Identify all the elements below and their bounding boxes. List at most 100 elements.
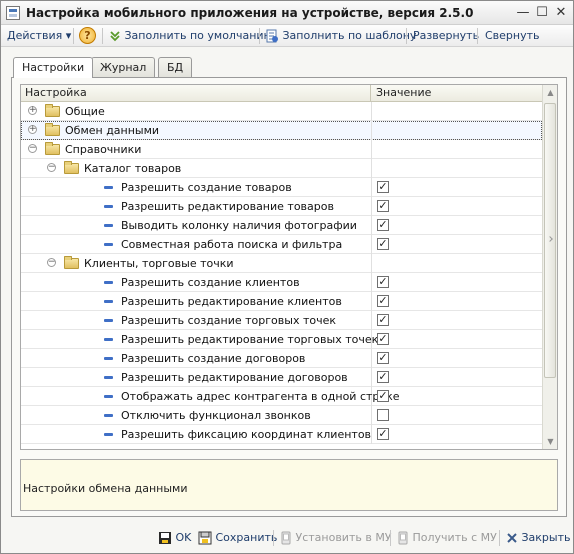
tree-group-row[interactable]: + Общие	[21, 102, 542, 121]
mobile-device-icon	[281, 531, 291, 545]
setting-row[interactable]: Разрешить создание договоров ✓	[21, 349, 542, 368]
tree-group-row[interactable]: − Справочники	[21, 140, 542, 159]
expand-button[interactable]: Развернуть	[413, 27, 479, 45]
setting-checkbox[interactable]: ✓	[377, 219, 389, 231]
setting-checkbox[interactable]: ✓	[377, 200, 389, 212]
setting-row[interactable]: Отключить функционал звонков	[21, 406, 542, 425]
fill-default-button[interactable]: Заполнить по умолчанию	[109, 27, 273, 45]
tab-db[interactable]: БД	[158, 57, 193, 77]
setting-checkbox[interactable]: ✓	[377, 276, 389, 288]
vertical-scrollbar[interactable]: ▲ ▼	[542, 85, 557, 449]
setting-row[interactable]: Отображать адрес контрагента в одной стр…	[21, 387, 542, 406]
settings-tree-grid[interactable]: Настройка Значение + Общие + Обмен данными −…	[20, 84, 558, 450]
tree-group-label: Справочники	[65, 143, 142, 156]
setting-row[interactable]: Выводить колонку наличия фотографии ✓	[21, 216, 542, 235]
expand-icon[interactable]: +	[28, 125, 37, 134]
grip-icon	[547, 236, 553, 242]
collapse-button[interactable]: Свернуть	[485, 27, 540, 45]
ok-button[interactable]: OK	[158, 529, 191, 547]
setting-checkbox[interactable]: ✓	[377, 181, 389, 193]
template-icon	[266, 29, 278, 43]
folder-icon	[64, 256, 79, 269]
column-header-value[interactable]: Значение	[372, 85, 542, 102]
setting-label: Разрешить создание договоров	[121, 352, 306, 365]
setting-row[interactable]: Разрешить редактирование товаров ✓	[21, 197, 542, 216]
column-divider	[371, 292, 372, 311]
collapse-icon[interactable]: −	[47, 163, 56, 172]
toolbar: Действия ▾ ? Заполнить по умолчанию Запо…	[1, 25, 573, 47]
setting-row[interactable]: Разрешить создание товаров ✓	[21, 178, 542, 197]
setting-bullet-icon	[104, 357, 113, 360]
setting-bullet-icon	[104, 186, 113, 189]
setting-checkbox[interactable]	[377, 409, 389, 421]
fill-template-label: Заполнить по шаблону	[282, 29, 417, 42]
close-window-button[interactable]: ✕	[553, 5, 569, 21]
setting-row[interactable]: Разрешить создание клиентов ✓	[21, 273, 542, 292]
column-divider	[371, 311, 372, 330]
minimize-button[interactable]: —	[515, 5, 531, 21]
setting-label: Выводить колонку наличия фотографии	[121, 219, 357, 232]
close-button[interactable]: Закрыть	[506, 529, 571, 547]
setting-checkbox[interactable]: ✓	[377, 352, 389, 364]
column-divider	[371, 121, 372, 140]
folder-icon	[45, 104, 60, 117]
setting-bullet-icon	[104, 376, 113, 379]
tab-settings[interactable]: Настройки	[13, 57, 94, 78]
install-to-device-button[interactable]: Установить в МУ	[280, 529, 392, 547]
tree-group-row[interactable]: + Обмен данными	[21, 121, 542, 140]
settings-panel: Настройка Значение + Общие + Обмен данными −…	[11, 77, 567, 517]
setting-label: Разрешить создание торговых точек	[121, 314, 337, 327]
column-divider	[371, 235, 372, 254]
mobile-device-icon	[398, 531, 408, 545]
toolbar-divider	[406, 28, 407, 44]
toolbar-divider	[477, 28, 478, 44]
fill-template-button[interactable]: Заполнить по шаблону	[265, 27, 416, 45]
column-divider	[371, 178, 372, 197]
column-header-setting[interactable]: Настройка	[21, 85, 371, 102]
bottom-divider	[499, 530, 500, 546]
setting-label: Разрешить редактирование договоров	[121, 371, 348, 384]
setting-checkbox[interactable]: ✓	[377, 371, 389, 383]
receive-from-device-button[interactable]: Получить с МУ	[397, 529, 497, 547]
close-icon	[507, 533, 517, 543]
setting-label: Разрешить фиксацию координат клиентов	[121, 428, 372, 441]
setting-row[interactable]: Разрешить редактирование договоров ✓	[21, 368, 542, 387]
setting-checkbox[interactable]: ✓	[377, 314, 389, 326]
setting-checkbox[interactable]: ✓	[377, 333, 389, 345]
tree-group-row[interactable]: − Клиенты, торговые точки	[21, 254, 542, 273]
setting-label: Отключить функционал звонков	[121, 409, 311, 422]
setting-row[interactable]: Разрешить фиксацию координат клиентов ✓	[21, 425, 542, 444]
maximize-button[interactable]: ☐	[534, 5, 550, 21]
tree-group-row[interactable]: − Каталог товаров	[21, 159, 542, 178]
setting-checkbox[interactable]: ✓	[377, 295, 389, 307]
ok-label: OK	[175, 531, 192, 544]
collapse-icon[interactable]: −	[47, 258, 56, 267]
setting-label: Отображать адрес контрагента в одной стр…	[121, 390, 400, 403]
column-divider	[371, 273, 372, 292]
column-divider	[371, 368, 372, 387]
setting-row[interactable]: Совместная работа поиска и фильтра ✓	[21, 235, 542, 254]
setting-bullet-icon	[104, 319, 113, 322]
setting-row[interactable]: Разрешить создание торговых точек ✓	[21, 311, 542, 330]
setting-checkbox[interactable]: ✓	[377, 428, 389, 440]
tab-log[interactable]: Журнал	[91, 57, 156, 77]
setting-row[interactable]: Разрешить редактирование клиентов ✓	[21, 292, 542, 311]
column-divider	[371, 349, 372, 368]
column-divider	[371, 159, 372, 178]
actions-menu-button[interactable]: Действия ▾	[7, 27, 71, 45]
tree-group-label: Каталог товаров	[84, 162, 182, 175]
column-divider	[371, 254, 372, 273]
expand-icon[interactable]: +	[28, 106, 37, 115]
scrollbar-thumb[interactable]	[544, 103, 556, 378]
double-chevron-down-icon	[110, 31, 120, 42]
scroll-down-icon[interactable]: ▼	[543, 434, 557, 449]
setting-checkbox[interactable]: ✓	[377, 390, 389, 402]
collapse-icon[interactable]: −	[28, 144, 37, 153]
help-button[interactable]: ?	[79, 27, 96, 44]
setting-checkbox[interactable]: ✓	[377, 238, 389, 250]
ok-icon	[159, 532, 171, 544]
save-button[interactable]: Сохранить	[198, 529, 277, 547]
grid-header: Настройка Значение	[21, 85, 542, 102]
scroll-up-icon[interactable]: ▲	[543, 85, 557, 100]
setting-row[interactable]: Разрешить редактирование торговых точек ✓	[21, 330, 542, 349]
